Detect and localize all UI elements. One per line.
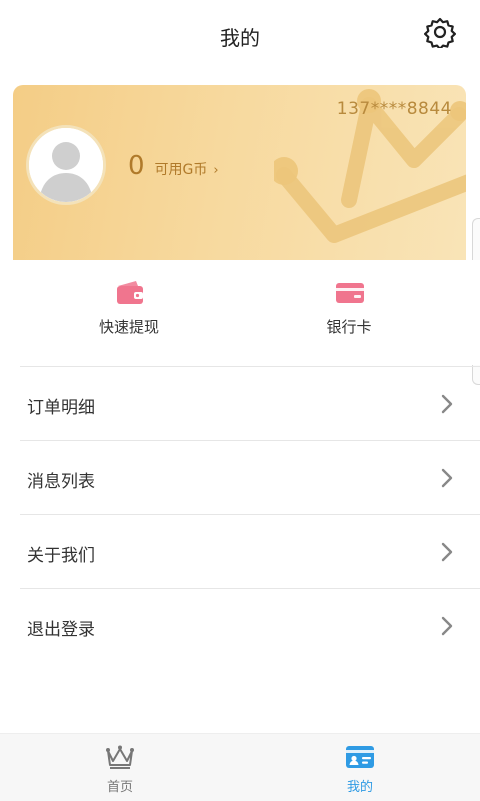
menu-item-about[interactable]: 关于我们 [20,514,480,588]
chevron-right-icon: › [213,163,219,178]
bank-card-label: 银行卡 [326,318,372,336]
quick-withdraw-label: 快速提现 [98,318,159,336]
balance-link[interactable]: 0 可用G币 › [128,151,219,181]
tab-mine[interactable]: 我的 [240,734,480,801]
menu-item-label: 订单明细 [27,398,95,418]
user-silhouette-icon [29,128,103,202]
tab-home[interactable]: 首页 [0,734,240,801]
top-bar: 我的 [0,0,480,72]
chevron-right-icon [441,468,453,488]
chevron-right-icon [441,542,453,562]
menu-item-label: 关于我们 [27,546,95,566]
bank-card-button[interactable]: 银行卡 [239,260,459,365]
profile-card: 137****8844 0 可用G币 › [13,85,466,260]
tab-mine-label: 我的 [346,780,373,795]
gear-icon [424,17,456,50]
wallet-icon [117,281,143,304]
quick-withdraw-button[interactable]: 快速提现 [19,260,239,365]
quick-actions: 快速提现 银行卡 [0,260,480,365]
balance-label: 可用G币 [154,162,208,178]
chevron-right-icon [441,394,453,414]
chevron-right-icon [441,616,453,636]
bottom-tab-bar: 首页 我的 [0,733,480,801]
page-title: 我的 [220,26,260,50]
id-card-icon [346,746,374,768]
bank-card-icon [336,283,364,303]
balance-value: 0 [128,151,145,181]
menu-item-orders[interactable]: 订单明细 [20,366,480,440]
menu-item-label: 退出登录 [27,620,95,640]
avatar[interactable] [26,125,106,205]
menu-item-label: 消息列表 [27,472,95,492]
phone-number: 137****8844 [336,99,452,119]
tab-home-label: 首页 [106,780,133,795]
menu-item-messages[interactable]: 消息列表 [20,440,480,514]
crown-icon [106,745,134,769]
menu-item-logout[interactable]: 退出登录 [20,588,480,662]
settings-menu: 订单明细 消息列表 关于我们 退出登录 [20,366,480,662]
settings-button[interactable] [424,16,456,50]
